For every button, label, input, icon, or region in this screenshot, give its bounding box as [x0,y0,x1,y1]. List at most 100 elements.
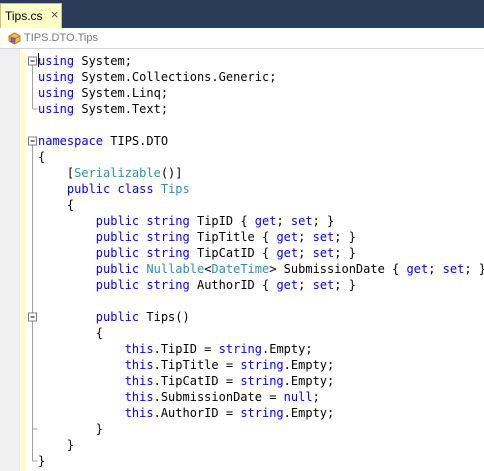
keyword-token: null [283,390,313,404]
code-token: TipCatID { [189,246,277,260]
keyword-token: string [240,374,284,388]
type-selector-label: TIPS.DTO.Tips [24,32,98,44]
keyword-token: set [312,246,335,260]
tab-tips-cs[interactable]: Tips.cs × [0,3,62,28]
code-line[interactable]: public class Tips [38,181,190,197]
keyword-token: public [95,262,140,276]
code-line[interactable]: } [38,421,103,437]
code-token: ; [312,390,320,404]
code-line[interactable]: namespace TIPS.DTO [38,133,168,149]
code-line[interactable]: public string TipTitle { get; set; } [38,229,356,245]
type-token: Serializable [74,166,161,180]
keyword-token: string [240,406,284,420]
code-line[interactable]: using System.Text; [38,101,168,117]
code-line[interactable]: public string AuthorID { get; set; } [38,277,356,293]
code-token: ; } [334,278,356,292]
keyword-token: get [254,214,277,228]
type-selector-dropdown[interactable]: TIPS.DTO.Tips [2,29,202,47]
code-token: Tips() [139,310,190,324]
code-line[interactable]: this.AuthorID = string.Empty; [38,405,335,421]
keyword-token: public [95,230,140,244]
code-token: AuthorID { [189,278,277,292]
code-token: .Empty; [283,406,335,420]
code-token: > SubmissionDate { [269,262,407,276]
code-line[interactable]: public Tips() [38,309,190,325]
code-line[interactable]: this.TipTitle = string.Empty; [38,357,335,373]
keyword-token: string [146,230,190,244]
code-token: .TipCatID = [153,374,241,388]
keyword-token: public [95,310,140,324]
keyword-token: this [124,374,154,388]
keyword-token: get [276,246,299,260]
code-editor[interactable]: using System; using System.Collections.Ge… [0,49,484,471]
code-token: System.Collections.Generic; [74,70,277,84]
code-token: { [38,326,104,340]
keyword-token: using [38,102,75,116]
code-token: } [38,422,104,436]
tab-title: Tips.cs [5,9,43,23]
change-tracking-bar [21,51,26,471]
keyword-token: using [38,86,75,100]
keyword-token: this [124,358,154,372]
code-token: .AuthorID = [153,406,241,420]
keyword-token: this [124,390,154,404]
code-token: { [38,198,75,212]
code-token: } [38,438,75,452]
code-line[interactable]: { [38,197,74,213]
code-token: ; [298,278,313,292]
code-line[interactable]: [Serializable()] [38,165,183,181]
navigation-bar: TIPS.DTO.Tips [0,28,484,49]
code-line[interactable]: using System.Collections.Generic; [38,69,276,85]
close-icon[interactable]: × [50,8,59,21]
code-line[interactable]: { [38,325,103,341]
keyword-token: this [124,406,154,420]
keyword-token: get [276,230,299,244]
text-caret [38,53,39,67]
keyword-token: using [38,54,75,68]
code-line[interactable]: public string TipID { get; set; } [38,213,335,229]
code-line[interactable]: using System; [38,53,132,69]
code-line[interactable]: { [38,149,45,165]
keyword-token: get [276,278,299,292]
code-token: .Empty; [262,342,313,356]
code-token: } [38,454,46,468]
keyword-token: public [95,278,140,292]
code-line[interactable]: } [38,437,74,453]
code-line[interactable]: public string TipCatID { get; set; } [38,245,356,261]
keyword-token: public [95,246,140,260]
code-line[interactable]: this.TipID = string.Empty; [38,341,313,357]
keyword-token: string [146,246,190,260]
code-line[interactable]: this.TipCatID = string.Empty; [38,373,335,389]
code-token: ; } [464,262,484,276]
code-token: TIPS.DTO [103,134,169,148]
keyword-token: set [290,214,313,228]
code-line[interactable]: this.SubmissionDate = null; [38,389,320,405]
keyword-token: string [218,342,262,356]
code-token: ; [428,262,443,276]
code-token: { [38,150,46,164]
keyword-token: this [124,342,154,356]
code-token: ; } [334,246,356,260]
type-token: Nullable [146,262,205,276]
keyword-token: class [117,182,154,196]
code-token: .TipID = [153,342,219,356]
code-token: .Empty; [283,358,335,372]
keyword-token: using [38,70,75,84]
code-line[interactable]: public Nullable<DateTime> SubmissionDate… [38,261,484,277]
code-token: ; [298,230,313,244]
keyword-token: string [146,278,190,292]
class-icon [8,32,21,45]
code-line[interactable]: using System.Linq; [38,85,168,101]
document-tabstrip: Tips.cs × [0,0,484,28]
keyword-token: public [95,214,140,228]
indicator-margin [0,49,20,471]
code-line[interactable]: } [38,453,45,469]
